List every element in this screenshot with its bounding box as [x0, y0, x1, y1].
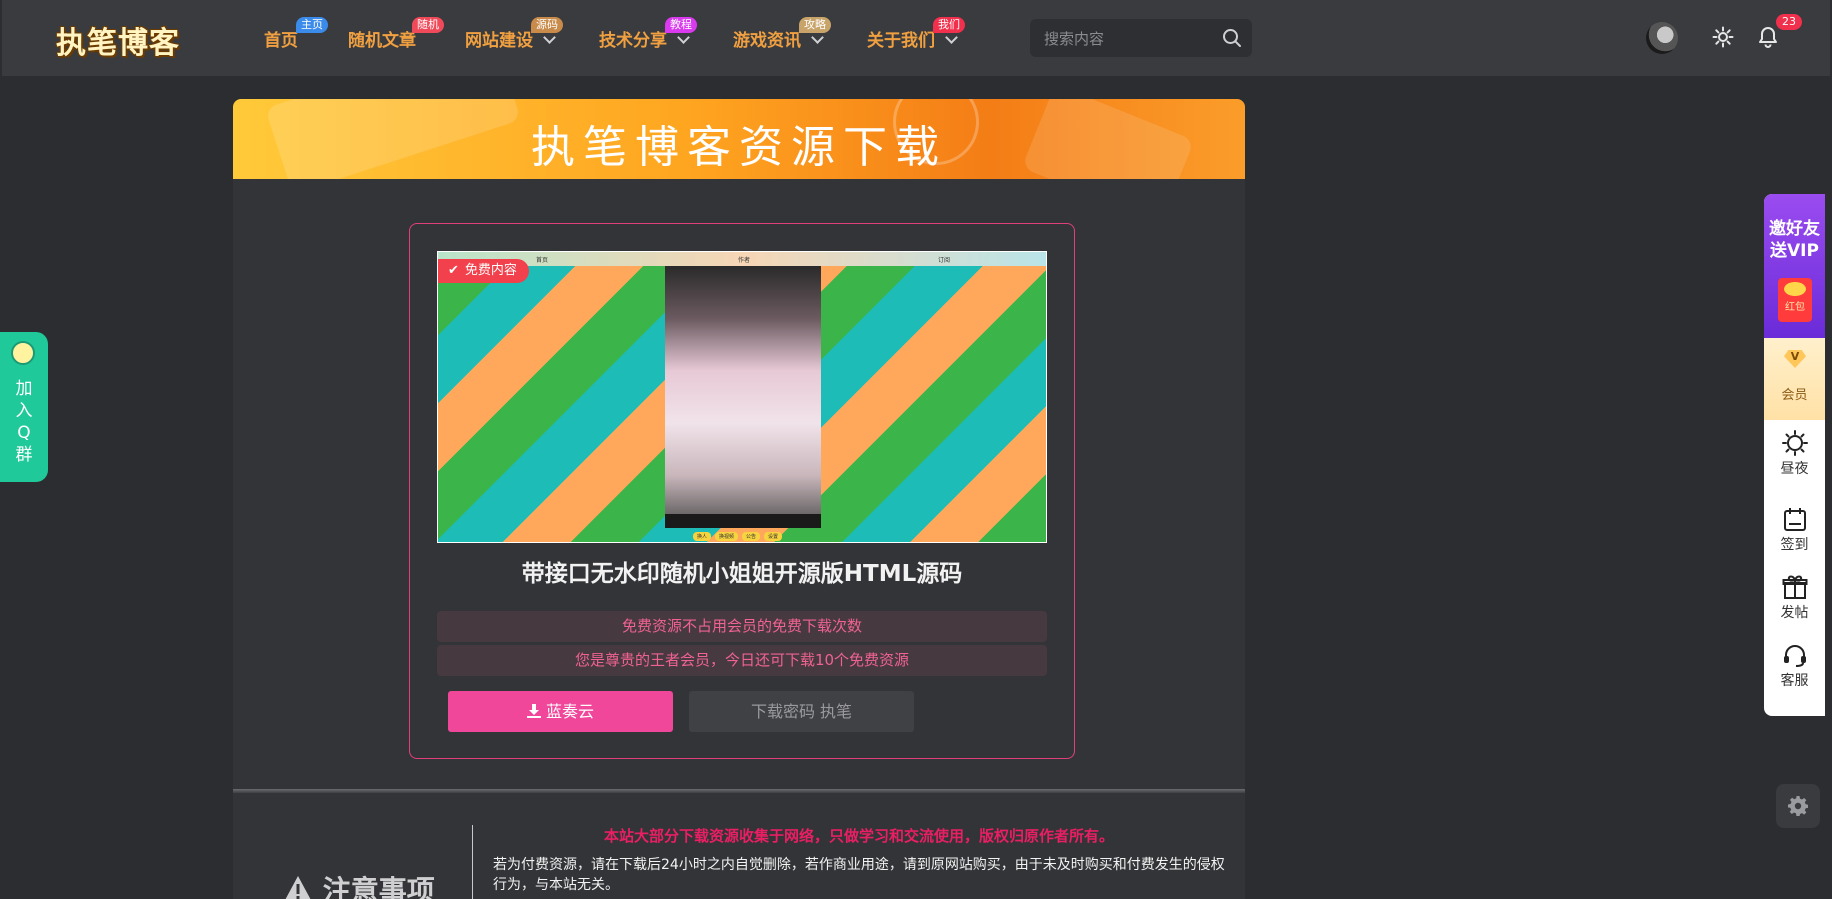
nav-badge: 随机 [412, 17, 444, 33]
gear-icon [1788, 796, 1808, 816]
lanzou-download-button[interactable]: 蓝奏云 [448, 691, 673, 732]
preview-button: 设置 [764, 532, 783, 541]
headset-icon [1783, 645, 1806, 667]
download-icon [526, 702, 546, 721]
preview-button: 换人 [693, 532, 712, 541]
nav-label: 技术分享 [599, 31, 667, 51]
nav-label: 游戏资讯 [733, 31, 801, 51]
notes-text: 若为付费资源，请在下载后24小时之内自觉删除，若作商业用途，请到原网站购买，由于… [493, 857, 1225, 893]
preview-photo [665, 266, 821, 528]
main-content: 执笔博客资源下载 首页 作者 订阅 换人 换视频 公告 设置 ✔ 免费内容 带接口无水印… [233, 99, 1245, 899]
preview-button: 换视频 [715, 532, 739, 541]
download-button-label: 蓝奏云 [546, 702, 595, 721]
vip-label: 会员 [1781, 388, 1808, 403]
top-header: 执笔博客 首页 主页 随机文章 随机 网站建设 源码 技术分享 教程 游戏资讯 … [2, 0, 1830, 76]
nav-item-website[interactable]: 网站建设 源码 [465, 17, 563, 51]
customer-service-button[interactable]: 客服 [1764, 642, 1825, 690]
site-logo[interactable]: 执笔博客 [56, 18, 180, 62]
nav-badge: 我们 [933, 17, 965, 33]
search-icon[interactable] [1222, 28, 1242, 52]
notes-vertical-line [472, 825, 473, 899]
theme-settings-icon[interactable] [1712, 26, 1734, 52]
free-tag-label: 免费内容 [464, 263, 517, 278]
qq-penguin-icon [11, 341, 35, 365]
checkin-label: 签到 [1780, 537, 1809, 553]
vip-gem-icon: V [1784, 350, 1806, 368]
notes-heading-label: 注意事项 [322, 874, 435, 899]
resource-preview-image: 首页 作者 订阅 换人 换视频 公告 设置 ✔ 免费内容 [437, 251, 1047, 543]
vip-member-button[interactable]: V 会员 [1764, 338, 1825, 420]
notes-copyright: 本站大部分下载资源收集于网络，只做学习和交流使用，版权归原作者所有。 [603, 827, 1114, 845]
new-post-label: 发帖 [1780, 605, 1809, 621]
nav-item-tech[interactable]: 技术分享 教程 [599, 17, 697, 51]
member-quota-notice: 您是尊贵的王者会员，今日还可下载10个免费资源 [437, 645, 1047, 676]
download-box: 首页 作者 订阅 换人 换视频 公告 设置 ✔ 免费内容 带接口无水印随机小姐姐开源版H… [409, 223, 1075, 759]
video-controls [665, 514, 821, 528]
red-packet-label: 红包 [1785, 302, 1805, 313]
preview-topbar: 首页 作者 订阅 [438, 252, 1046, 266]
invite-label: 邀好友送VIP [1769, 219, 1820, 261]
download-banner: 执笔博客资源下载 [233, 99, 1245, 179]
join-qq-group-tab[interactable]: 加入Q群 [0, 332, 48, 482]
nav-badge: 攻略 [799, 17, 831, 33]
bell-icon[interactable] [1758, 26, 1778, 52]
download-password: 下载密码 执笔 [689, 691, 914, 732]
day-night-toggle[interactable]: 昼夜 [1764, 430, 1825, 478]
customer-service-label: 客服 [1780, 673, 1809, 689]
banner-title: 执笔博客资源下载 [531, 122, 947, 173]
preview-buttons: 换人 换视频 公告 设置 [693, 532, 786, 542]
chevron-down-icon [945, 31, 958, 44]
checkin-button[interactable]: 签到 [1764, 506, 1825, 554]
join-qq-group-text: 加入Q群 [15, 379, 33, 465]
nav-item-games[interactable]: 游戏资讯 攻略 [733, 17, 831, 51]
chevron-down-icon [543, 31, 556, 44]
nav-label: 关于我们 [867, 31, 935, 51]
nav-item-random[interactable]: 随机文章 随机 [348, 17, 444, 51]
coin-icon [1784, 282, 1806, 296]
search-input[interactable] [1042, 19, 1216, 59]
chevron-down-icon [811, 31, 824, 44]
nav-badge: 源码 [531, 17, 563, 33]
nav-badge: 教程 [665, 17, 697, 33]
check-icon: ✔ [448, 263, 459, 278]
chevron-down-icon [677, 31, 690, 44]
nav-item-about[interactable]: 关于我们 我们 [867, 17, 965, 51]
new-post-button[interactable]: 发帖 [1764, 574, 1825, 622]
notes-heading: 注意事项 [283, 869, 435, 899]
preview-button: 公告 [742, 532, 761, 541]
search-box [1030, 19, 1252, 59]
preview-topbar-item: 订阅 [938, 257, 951, 264]
warning-icon [285, 876, 311, 899]
right-float-bar: 邀好友送VIP 红包 V 会员 昼夜 签到 发帖 客服 [1764, 194, 1825, 716]
calendar-icon [1783, 508, 1806, 531]
nav-label: 网站建设 [465, 31, 533, 51]
red-packet-icon: 红包 [1778, 278, 1812, 322]
nav-item-home[interactable]: 首页 主页 [264, 17, 328, 51]
sun-icon [1781, 430, 1808, 456]
resource-title: 带接口无水印随机小姐姐开源版HTML源码 [521, 561, 963, 587]
avatar[interactable] [1646, 22, 1678, 54]
settings-float-button[interactable] [1776, 784, 1820, 828]
notes-section: 注意事项 本站大部分下载资源收集于网络，只做学习和交流使用，版权归原作者所有。 … [233, 793, 1245, 899]
nav-label: 随机文章 [348, 31, 416, 51]
free-content-tag: ✔ 免费内容 [438, 259, 529, 283]
preview-topbar-item: 作者 [738, 257, 751, 264]
free-quota-notice: 免费资源不占用会员的免费下载次数 [437, 611, 1047, 642]
day-night-label: 昼夜 [1780, 461, 1809, 477]
preview-topbar-item: 首页 [536, 257, 549, 264]
nav-badge: 主页 [296, 17, 328, 33]
gift-icon [1782, 575, 1807, 599]
nav-label: 首页 [264, 31, 298, 51]
notification-count-badge: 23 [1776, 14, 1802, 30]
join-qq-group-label: 加入Q群 [0, 378, 48, 466]
